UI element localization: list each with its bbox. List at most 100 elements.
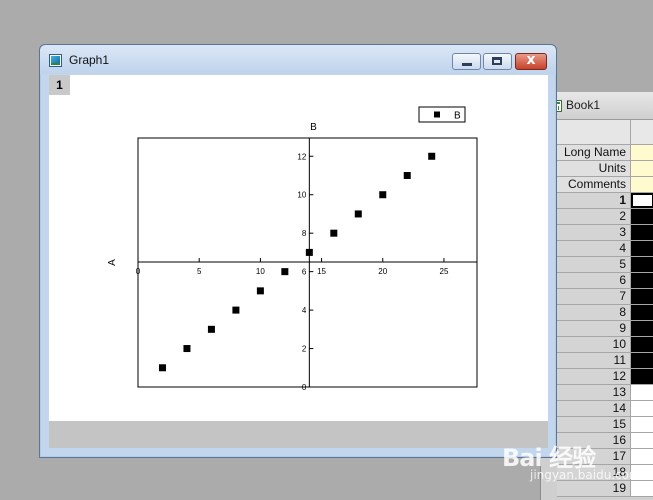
table-row[interactable]: 14 <box>557 401 653 417</box>
data-point[interactable] <box>183 345 191 353</box>
data-cell[interactable] <box>631 337 653 352</box>
table-row[interactable]: 1 <box>557 193 653 209</box>
data-cell[interactable] <box>631 465 653 480</box>
data-cell[interactable] <box>631 481 653 496</box>
meta-row[interactable]: Comments <box>557 177 653 193</box>
row-number[interactable]: 18 <box>557 465 631 480</box>
data-cell[interactable] <box>631 193 653 208</box>
row-number[interactable]: 11 <box>557 353 631 368</box>
data-cell[interactable] <box>631 433 653 448</box>
row-number[interactable]: 14 <box>557 401 631 416</box>
graph-icon <box>49 54 62 67</box>
table-row[interactable]: 4 <box>557 241 653 257</box>
book1-title: Book1 <box>566 98 601 112</box>
legend-label: B <box>454 111 461 122</box>
data-cell[interactable] <box>631 321 653 336</box>
x-tick-label: 0 <box>136 267 141 276</box>
graph1-window[interactable]: Graph1 x 1 0 5 10 15 20 25 0 2 4 6 8 10 12 BA B <box>39 44 557 458</box>
table-row[interactable]: 11 <box>557 353 653 369</box>
table-row[interactable]: 12 <box>557 369 653 385</box>
row-number[interactable]: 15 <box>557 417 631 432</box>
row-number[interactable]: 7 <box>557 289 631 304</box>
book1-titlebar[interactable]: Book1 <box>541 92 653 120</box>
data-cell[interactable] <box>631 257 653 272</box>
table-row[interactable]: 5 <box>557 257 653 273</box>
y-tick-label: 2 <box>302 345 307 354</box>
data-cell[interactable] <box>631 289 653 304</box>
table-row[interactable]: 7 <box>557 289 653 305</box>
close-icon: x <box>526 52 536 68</box>
data-point[interactable] <box>330 229 338 237</box>
data-cell[interactable] <box>631 273 653 288</box>
table-row[interactable]: 3 <box>557 225 653 241</box>
meta-row[interactable]: Long Name <box>557 145 653 161</box>
row-number[interactable]: 6 <box>557 273 631 288</box>
row-number[interactable]: 8 <box>557 305 631 320</box>
data-cell[interactable] <box>631 385 653 400</box>
row-number[interactable]: 5 <box>557 257 631 272</box>
table-row[interactable]: 17 <box>557 449 653 465</box>
data-point[interactable] <box>354 210 362 218</box>
meta-cell[interactable] <box>631 145 653 160</box>
row-number[interactable]: 17 <box>557 449 631 464</box>
row-number[interactable]: 19 <box>557 481 631 496</box>
y-tick-label: 6 <box>302 268 307 277</box>
meta-cell[interactable] <box>631 177 653 192</box>
x-tick-label: 25 <box>440 267 449 276</box>
data-point[interactable] <box>207 325 215 333</box>
graph-page[interactable]: 1 0 5 10 15 20 25 0 2 4 6 8 10 12 BA B <box>49 75 548 421</box>
table-row[interactable]: 8 <box>557 305 653 321</box>
data-point[interactable] <box>403 171 411 179</box>
data-cell[interactable] <box>631 305 653 320</box>
table-row[interactable]: 13 <box>557 385 653 401</box>
row-number[interactable]: 13 <box>557 385 631 400</box>
meta-label: Units <box>557 161 631 176</box>
data-cell[interactable] <box>631 225 653 240</box>
column-header-cell[interactable] <box>631 120 653 144</box>
data-cell[interactable] <box>631 417 653 432</box>
data-point[interactable] <box>158 364 166 372</box>
row-number[interactable]: 4 <box>557 241 631 256</box>
worksheet-grid[interactable]: Long Name Units Comments 1 2 3 4 5 6 7 8 9 10 11 12 13 1… <box>557 120 653 497</box>
data-point[interactable] <box>232 306 240 314</box>
data-point[interactable] <box>256 287 264 295</box>
minimize-button[interactable] <box>452 53 481 70</box>
column-header-row[interactable] <box>557 120 653 145</box>
scatter-plot[interactable]: 0 5 10 15 20 25 0 2 4 6 8 10 12 B A B <box>49 75 548 421</box>
y-axis-label: A <box>107 259 118 266</box>
close-button[interactable]: x <box>515 52 547 70</box>
row-number[interactable]: 2 <box>557 209 631 224</box>
table-row[interactable]: 16 <box>557 433 653 449</box>
row-number[interactable]: 12 <box>557 369 631 384</box>
data-point[interactable] <box>305 248 313 256</box>
row-number[interactable]: 16 <box>557 433 631 448</box>
row-number[interactable]: 3 <box>557 225 631 240</box>
data-point[interactable] <box>428 152 436 160</box>
data-cell[interactable] <box>631 241 653 256</box>
y-tick-label: 8 <box>302 229 307 238</box>
meta-row[interactable]: Units <box>557 161 653 177</box>
data-point[interactable] <box>281 268 289 276</box>
maximize-button[interactable] <box>483 53 512 70</box>
data-cell[interactable] <box>631 209 653 224</box>
meta-cell[interactable] <box>631 161 653 176</box>
table-row[interactable]: 19 <box>557 481 653 497</box>
row-number[interactable]: 9 <box>557 321 631 336</box>
x-tick-label: 5 <box>197 267 202 276</box>
data-point[interactable] <box>379 191 387 199</box>
row-number[interactable]: 10 <box>557 337 631 352</box>
data-cell[interactable] <box>631 449 653 464</box>
table-row[interactable]: 9 <box>557 321 653 337</box>
graph-statusbar <box>49 421 548 448</box>
corner-cell[interactable] <box>557 120 631 144</box>
data-cell[interactable] <box>631 401 653 416</box>
table-row[interactable]: 6 <box>557 273 653 289</box>
table-row[interactable]: 10 <box>557 337 653 353</box>
data-cell[interactable] <box>631 353 653 368</box>
data-cell[interactable] <box>631 369 653 384</box>
table-row[interactable]: 18 <box>557 465 653 481</box>
row-number[interactable]: 1 <box>557 193 631 208</box>
graph1-titlebar[interactable]: Graph1 x <box>40 45 556 74</box>
table-row[interactable]: 2 <box>557 209 653 225</box>
table-row[interactable]: 15 <box>557 417 653 433</box>
